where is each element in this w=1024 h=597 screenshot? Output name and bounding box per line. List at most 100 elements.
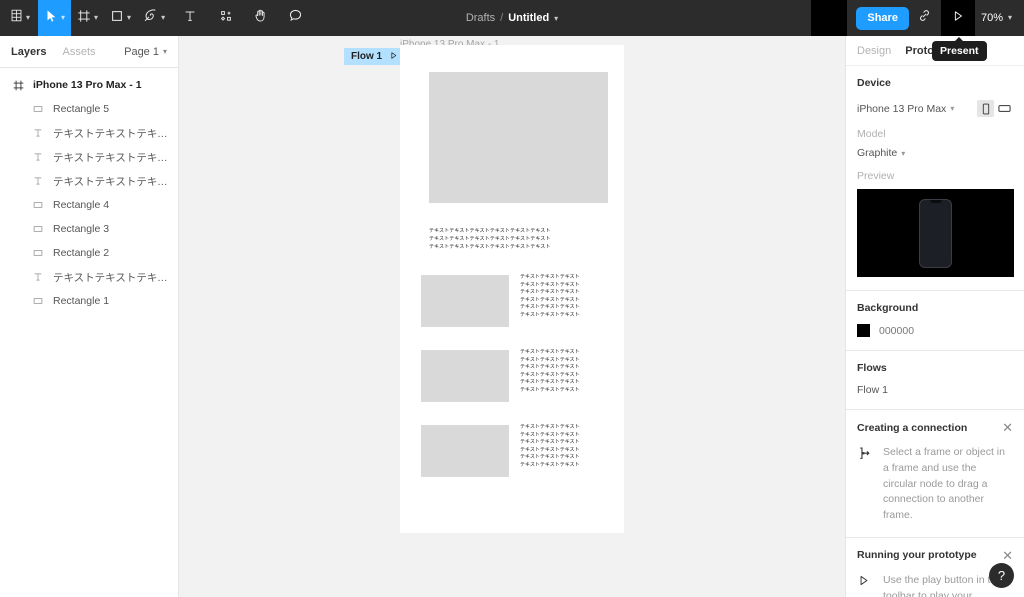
present-button[interactable] [940,0,975,36]
device-select-value: iPhone 13 Pro Max [857,102,947,115]
row-line: テキストテキストテキスト [520,296,580,303]
table-row[interactable]: Rectangle 5 [0,97,178,121]
table-row[interactable]: テキストテキストテキスト テキ... [0,169,178,193]
rectangle-icon [30,224,46,234]
hand-tool-button[interactable] [243,0,278,36]
color-swatch[interactable] [857,324,870,337]
layer-row-frame[interactable]: iPhone 13 Pro Max - 1 [0,73,178,97]
device-select[interactable]: iPhone 13 Pro Max ▾ [857,103,954,115]
chevron-down-icon: ▾ [950,104,955,113]
main-menu-button[interactable]: ▾ [0,0,38,36]
chevron-down-icon[interactable]: ▾ [554,14,558,23]
play-icon [389,51,398,63]
row-line: テキストテキストテキスト [520,274,580,280]
row-thumbnail[interactable] [421,275,509,327]
help-button[interactable]: ? [989,563,1014,588]
orientation-toggle-group [977,100,1013,117]
tip-text: Select a frame or object in a frame and … [883,446,1005,521]
table-row[interactable]: Rectangle 3 [0,217,178,241]
pen-tool-button[interactable]: ▾ [137,0,171,36]
table-row[interactable]: テキストテキストテキスト テキ... [0,145,178,169]
pen-tool-icon [143,8,158,28]
play-icon [857,573,873,597]
row-line: テキストテキストテキスト [520,311,580,318]
row-thumbnail[interactable] [421,350,509,402]
page-selector[interactable]: Page 1 ▾ [124,46,167,58]
text-icon [30,128,46,138]
flow-badge-label: Flow 1 [351,51,383,62]
text-icon [30,272,46,282]
hand-tool-icon [253,8,268,28]
layer-label: Rectangle 3 [53,223,110,235]
layer-label: テキストテキストテキストテキ... [53,271,172,284]
share-button[interactable]: Share [856,6,909,30]
intro-text-block[interactable]: テキストテキストテキストテキストテキストテキスト テキストテキストテキストテキス… [429,228,551,251]
text-icon [30,152,46,162]
text-icon [30,176,46,186]
intro-line: テキストテキストテキストテキストテキストテキスト [429,243,551,250]
flow-item-label: Flow 1 [857,384,888,396]
phone-mockup-icon [919,198,952,268]
flow-item[interactable]: Flow 1 [857,384,1013,396]
tip-body: Select a frame or object in a frame and … [857,445,1013,524]
shape-tool-button[interactable]: ▾ [104,0,137,36]
chevron-down-icon: ▾ [901,148,906,158]
breadcrumb-file-name[interactable]: Untitled [508,12,549,24]
layer-label: Rectangle 4 [53,199,110,211]
device-section: Device iPhone 13 Pro Max ▾ Model Graphit… [846,66,1024,291]
copy-link-button[interactable] [909,0,941,36]
content-row[interactable]: テキストテキストテキスト テキストテキストテキスト テキストテキストテキスト テ… [421,424,604,477]
frame-tool-icon [77,9,91,28]
table-row[interactable]: Rectangle 2 [0,241,178,265]
orientation-portrait-button[interactable] [977,100,994,117]
close-icon[interactable]: ✕ [1002,549,1013,562]
connection-icon [857,445,873,524]
layer-label: テキストテキストテキスト テキ... [53,151,172,164]
iphone-frame[interactable]: テキストテキストテキストテキストテキストテキスト テキストテキストテキストテキス… [400,45,624,533]
content-row[interactable]: テキストテキストテキスト テキストテキストテキスト テキストテキストテキスト テ… [421,349,604,402]
table-row[interactable]: テキストテキストテキスト テキ... [0,121,178,145]
row-text[interactable]: テキストテキストテキスト テキストテキストテキスト テキストテキストテキスト テ… [520,274,580,320]
table-row[interactable]: Rectangle 4 [0,193,178,217]
tab-assets[interactable]: Assets [62,46,95,58]
row-thumbnail[interactable] [421,425,509,477]
frame-icon [10,80,26,91]
flow-starting-point-badge[interactable]: Flow 1 [344,48,406,65]
table-row[interactable]: Rectangle 1 [0,289,178,313]
tab-layers[interactable]: Layers [11,46,46,58]
tab-design[interactable]: Design [857,45,891,57]
row-line: テキストテキストテキスト [520,424,580,430]
row-line: テキストテキストテキスト [520,439,580,446]
avatar[interactable] [811,0,848,36]
background-section: Background 000000 [846,291,1024,351]
row-line: テキストテキストテキスト [520,431,580,438]
row-text[interactable]: テキストテキストテキスト テキストテキストテキスト テキストテキストテキスト テ… [520,424,580,470]
breadcrumb-project[interactable]: Drafts [466,12,495,24]
hero-image-placeholder[interactable] [429,72,608,203]
layer-label: Rectangle 1 [53,295,110,307]
orientation-landscape-button[interactable] [996,100,1013,117]
move-tool-icon [44,9,58,28]
components-button[interactable] [209,0,243,36]
rectangle-icon [30,248,46,258]
design-canvas[interactable]: iPhone 13 Pro Max - 1 Flow 1 テキストテキストテキス… [179,36,845,597]
tip-title: Creating a connection [857,421,968,434]
content-row[interactable]: テキストテキストテキスト テキストテキストテキスト テキストテキストテキスト テ… [421,274,604,327]
zoom-control[interactable]: 70% ▾ [975,12,1024,24]
table-row[interactable]: テキストテキストテキストテキ... [0,265,178,289]
intro-line: テキストテキストテキストテキストテキストテキスト [429,235,551,242]
close-icon[interactable]: ✕ [1002,421,1013,434]
row-text[interactable]: テキストテキストテキスト テキストテキストテキスト テキストテキストテキスト テ… [520,349,580,395]
color-hex-value[interactable]: 000000 [879,325,914,337]
model-select-value: Graphite [857,147,898,159]
row-line: テキストテキストテキスト [520,379,580,386]
device-selector-row: iPhone 13 Pro Max ▾ [857,100,1013,117]
breadcrumb-separator: / [500,12,504,24]
row-line: テキストテキストテキスト [520,304,580,311]
model-select[interactable]: Graphite ▾ [857,147,1013,159]
comment-button[interactable] [278,0,313,36]
move-tool-button[interactable]: ▾ [38,0,72,36]
frame-tool-button[interactable]: ▾ [71,0,104,36]
preview-label: Preview [857,170,895,182]
text-tool-button[interactable] [171,0,209,36]
